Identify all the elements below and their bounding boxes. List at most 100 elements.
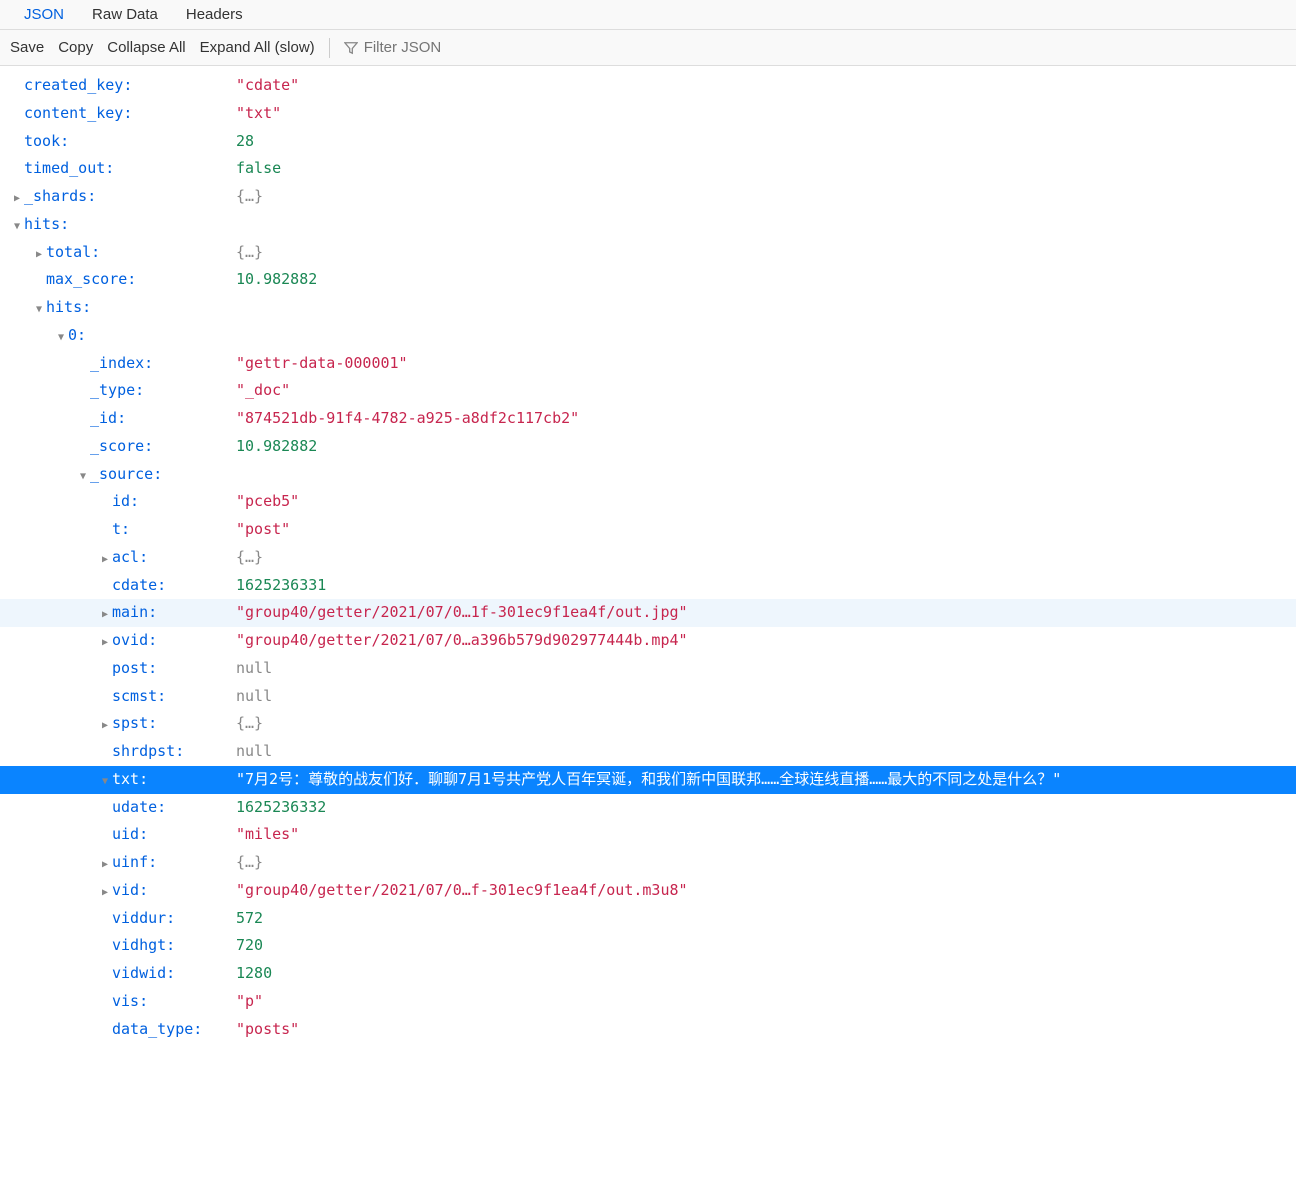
key-label: uinf: — [112, 849, 157, 877]
tree-row[interactable]: scmst:null — [0, 683, 1296, 711]
tree-row[interactable]: ▶total: {…} — [0, 239, 1296, 267]
key-label: hits: — [46, 294, 91, 322]
expand-icon[interactable]: ▶ — [98, 634, 112, 653]
tree-row[interactable]: ▶ovid:"group40/getter/2021/07/0…a396b579… — [0, 627, 1296, 655]
collapse-icon[interactable]: ▼ — [32, 301, 46, 320]
filter-input[interactable] — [364, 39, 564, 56]
tree-row[interactable]: t:"post" — [0, 516, 1296, 544]
key-label: _shards: — [24, 183, 96, 211]
value-number: 1625236331 — [236, 572, 326, 600]
tree-row[interactable]: post: null — [0, 655, 1296, 683]
value-string: "gettr-data-000001" — [236, 350, 408, 378]
key-label: _source: — [90, 461, 162, 489]
tree-row[interactable]: took: 28 — [0, 128, 1296, 156]
tree-row[interactable]: _index: "gettr-data-000001" — [0, 350, 1296, 378]
tree-row[interactable]: vidhgt:720 — [0, 932, 1296, 960]
value-number: 10.982882 — [236, 433, 317, 461]
value-string: "7月2号：尊敬的战友们好．聊聊7月1号共产党人百年冥诞，和我们新中国联邦……全… — [236, 766, 1061, 794]
tab-raw-data[interactable]: Raw Data — [78, 2, 172, 27]
key-label: hits: — [24, 211, 69, 239]
expand-icon[interactable]: ▶ — [98, 856, 112, 875]
tree-row[interactable]: shrdpst: null — [0, 738, 1296, 766]
collapse-icon[interactable]: ▼ — [54, 329, 68, 348]
key-label: vidwid: — [112, 960, 175, 988]
key-label: 0: — [68, 322, 86, 350]
tree-row[interactable]: ▶acl:{…} — [0, 544, 1296, 572]
viewer-tabs: JSON Raw Data Headers — [0, 0, 1296, 30]
tree-row[interactable]: data_type:"posts" — [0, 1016, 1296, 1044]
tree-row[interactable]: created_key:"cdate" — [0, 72, 1296, 100]
tree-row[interactable]: ▶spst:{…} — [0, 710, 1296, 738]
key-label: took: — [24, 128, 69, 156]
tree-row[interactable]: _id:"874521db-91f4-4782-a925-a8df2c117cb… — [0, 405, 1296, 433]
tree-row[interactable]: ▶uinf: {…} — [0, 849, 1296, 877]
tree-row[interactable]: udate: 1625236332 — [0, 794, 1296, 822]
expand-icon[interactable]: ▶ — [98, 606, 112, 625]
tab-headers[interactable]: Headers — [172, 2, 257, 27]
tree-row[interactable]: id:"pceb5" — [0, 488, 1296, 516]
key-label: _index: — [90, 350, 153, 378]
key-label: content_key: — [24, 100, 132, 128]
key-label: _id: — [90, 405, 126, 433]
tree-row[interactable]: ▼txt: "7月2号：尊敬的战友们好．聊聊7月1号共产党人百年冥诞，和我们新中国… — [0, 766, 1296, 794]
value-null: null — [236, 738, 272, 766]
tree-row[interactable]: timed_out:false — [0, 155, 1296, 183]
key-label: _score: — [90, 433, 153, 461]
key-label: total: — [46, 239, 100, 267]
key-label: created_key: — [24, 72, 132, 100]
key-label: vis: — [112, 988, 148, 1016]
collapse-all-button[interactable]: Collapse All — [107, 39, 185, 56]
expand-icon[interactable]: ▶ — [10, 190, 24, 209]
value-number: 1625236332 — [236, 794, 326, 822]
value-string: "group40/getter/2021/07/0…f-301ec9f1ea4f… — [236, 877, 688, 905]
value-null: null — [236, 655, 272, 683]
value-string: "miles" — [236, 821, 299, 849]
value-obj: {…} — [236, 183, 263, 211]
tree-row[interactable]: ▼hits: — [0, 211, 1296, 239]
value-obj: {…} — [236, 239, 263, 267]
tree-row[interactable]: vidwid:1280 — [0, 960, 1296, 988]
expand-all-button[interactable]: Expand All (slow) — [200, 39, 315, 56]
tree-row[interactable]: ▼hits: — [0, 294, 1296, 322]
key-label: spst: — [112, 710, 157, 738]
tree-row[interactable]: ▼_source: — [0, 461, 1296, 489]
tree-row[interactable]: _score: 10.982882 — [0, 433, 1296, 461]
tree-row[interactable]: uid: "miles" — [0, 821, 1296, 849]
key-label: ovid: — [112, 627, 157, 655]
expand-icon[interactable]: ▶ — [32, 246, 46, 265]
key-label: shrdpst: — [112, 738, 184, 766]
tree-row[interactable]: _type:"_doc" — [0, 377, 1296, 405]
key-label: cdate: — [112, 572, 166, 600]
collapse-icon[interactable]: ▼ — [10, 218, 24, 237]
tree-row[interactable]: viddur:572 — [0, 905, 1296, 933]
key-label: data_type: — [112, 1016, 202, 1044]
key-label: viddur: — [112, 905, 175, 933]
value-string: "txt" — [236, 100, 281, 128]
key-label: post: — [112, 655, 157, 683]
key-label: _type: — [90, 377, 144, 405]
tree-row[interactable]: ▼0: — [0, 322, 1296, 350]
key-label: acl: — [112, 544, 148, 572]
expand-icon[interactable]: ▶ — [98, 717, 112, 736]
key-label: udate: — [112, 794, 166, 822]
tree-row[interactable]: max_score:10.982882 — [0, 266, 1296, 294]
value-bool: false — [236, 155, 281, 183]
value-number: 28 — [236, 128, 254, 156]
tree-row[interactable]: cdate: 1625236331 — [0, 572, 1296, 600]
tree-row[interactable]: ▶vid:"group40/getter/2021/07/0…f-301ec9f… — [0, 877, 1296, 905]
tree-row[interactable]: vis:"p" — [0, 988, 1296, 1016]
collapse-icon[interactable]: ▼ — [98, 773, 112, 792]
collapse-icon[interactable]: ▼ — [76, 468, 90, 487]
expand-icon[interactable]: ▶ — [98, 551, 112, 570]
tree-row[interactable]: ▶_shards: {…} — [0, 183, 1296, 211]
value-number: 720 — [236, 932, 263, 960]
key-label: uid: — [112, 821, 148, 849]
save-button[interactable]: Save — [10, 39, 44, 56]
value-obj: {…} — [236, 849, 263, 877]
key-label: txt: — [112, 766, 148, 794]
expand-icon[interactable]: ▶ — [98, 884, 112, 903]
copy-button[interactable]: Copy — [58, 39, 93, 56]
tab-json[interactable]: JSON — [10, 2, 78, 27]
tree-row[interactable]: content_key: "txt" — [0, 100, 1296, 128]
tree-row[interactable]: ▶main:"group40/getter/2021/07/0…1f-301ec… — [0, 599, 1296, 627]
